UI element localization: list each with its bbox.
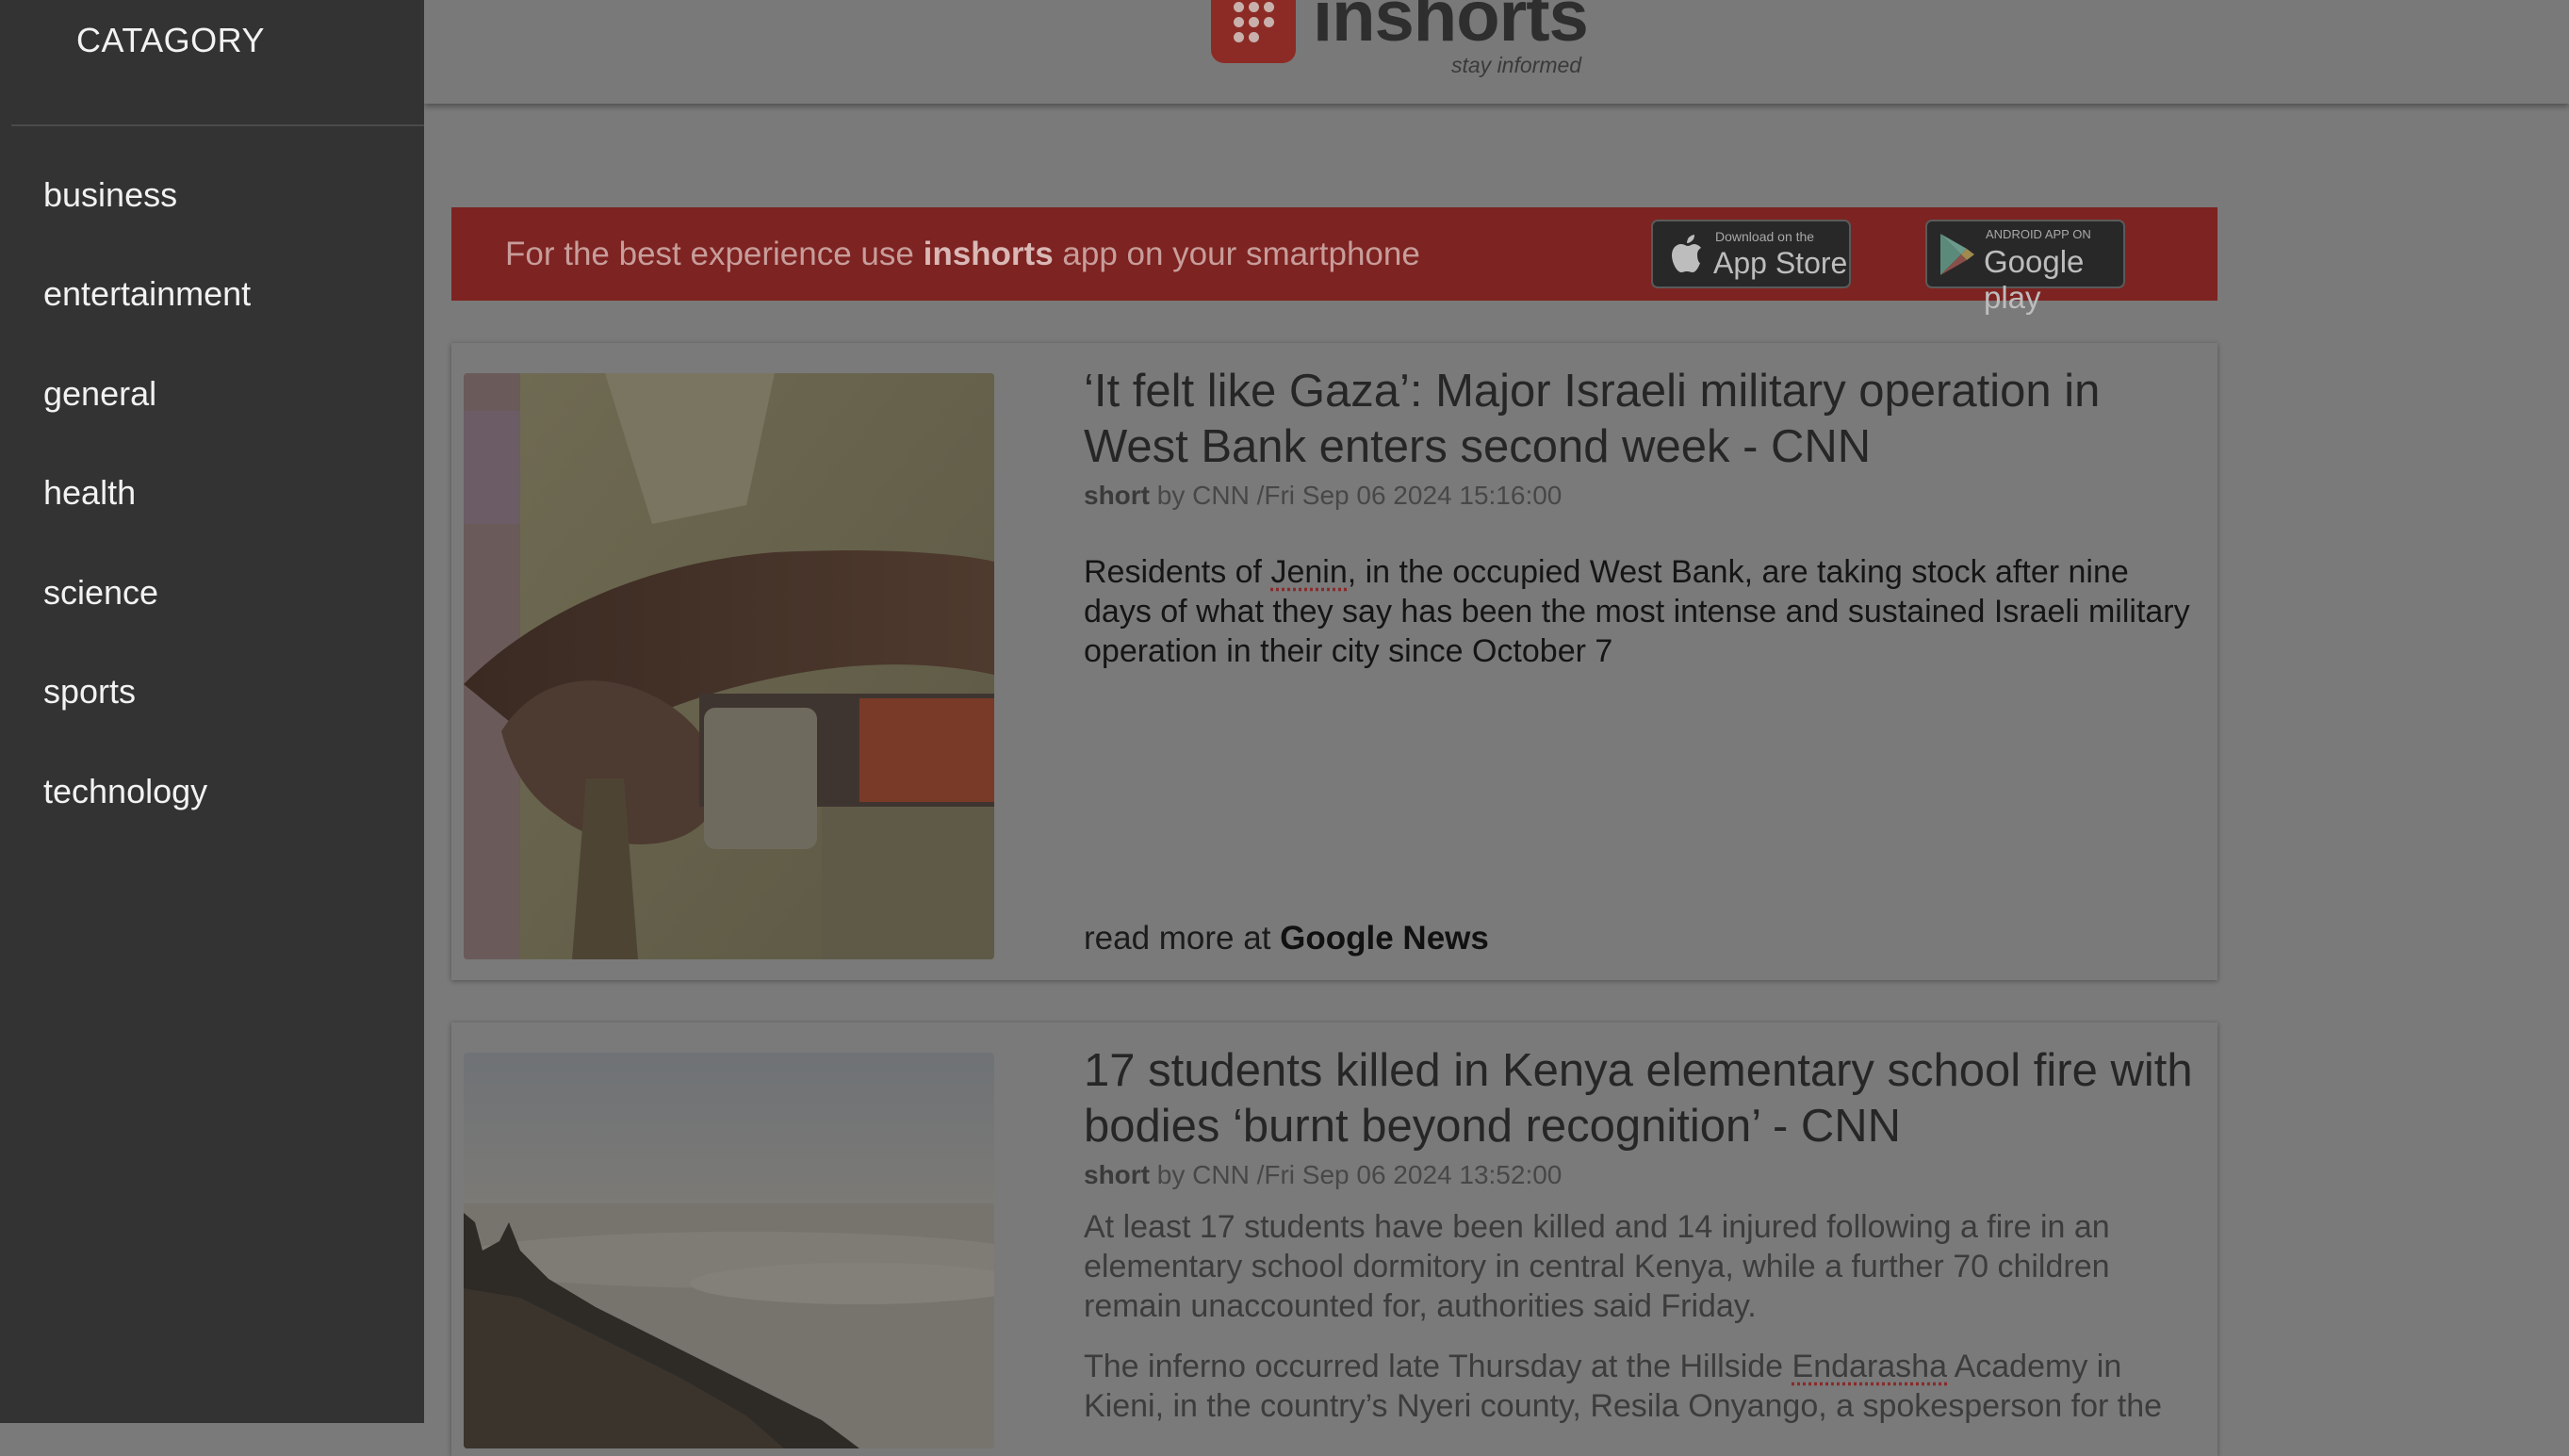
site-header: inshorts stay informed (424, 0, 2569, 104)
logo-mark-icon (1211, 0, 1296, 63)
sidebar-item-general[interactable]: general (0, 359, 424, 459)
app-promo-banner: For the best experience use inshorts app… (451, 207, 2217, 301)
sidebar-item-business[interactable]: business (0, 160, 424, 260)
logo-wordmark: inshorts (1313, 0, 1588, 57)
article-content: 17 students killed in Kenya elementary s… (1084, 1043, 2205, 1426)
sidebar-item-science[interactable]: science (0, 558, 424, 658)
article-title[interactable]: ‘It felt like Gaza’: Major Israeli milit… (1084, 364, 2205, 475)
logo-tagline: stay informed (1451, 53, 1581, 78)
article-summary: Residents of Jenin, in the occupied West… (1084, 552, 2205, 671)
article-summary: At least 17 students have been killed an… (1084, 1207, 2205, 1326)
sidebar-item-sports[interactable]: sports (0, 658, 424, 758)
news-card: ‘It felt like Gaza’: Major Israeli milit… (451, 343, 2217, 980)
promo-brand: inshorts (924, 236, 1054, 272)
article-meta: short by CNN /Fri Sep 06 2024 13:52:00 (1084, 1160, 2205, 1190)
article-meta: short by CNN /Fri Sep 06 2024 15:16:00 (1084, 481, 2205, 511)
sidebar-item-technology[interactable]: technology (0, 757, 424, 857)
article-image[interactable] (464, 373, 994, 959)
google-play-icon (1937, 231, 1976, 278)
news-card: 17 students killed in Kenya elementary s… (451, 1022, 2217, 1456)
sidebar-divider (11, 124, 424, 126)
read-more-link: read more at Google News (1084, 920, 1489, 957)
apple-icon (1670, 233, 1704, 274)
article-image[interactable] (464, 1053, 994, 1448)
promo-text: For the best experience use inshorts app… (505, 236, 1420, 273)
category-sidebar: CATAGORY business entertainment general … (0, 0, 424, 1423)
sidebar-item-health[interactable]: health (0, 459, 424, 559)
article-title[interactable]: 17 students killed in Kenya elementary s… (1084, 1043, 2205, 1154)
sidebar-title: CATAGORY (76, 21, 265, 60)
inshorts-logo[interactable]: inshorts stay informed (1211, 0, 1607, 104)
category-list: business entertainment general health sc… (0, 160, 424, 857)
app-store-button[interactable]: Download on the App Store (1651, 220, 1851, 288)
sidebar-item-entertainment[interactable]: entertainment (0, 260, 424, 360)
article-summary-continued: The inferno occurred late Thursday at th… (1084, 1347, 2205, 1426)
read-more-source-link[interactable]: Google News (1280, 920, 1489, 957)
article-content: ‘It felt like Gaza’: Major Israeli milit… (1084, 364, 2205, 671)
google-play-button[interactable]: ANDROID APP ON Google play (1925, 220, 2125, 288)
